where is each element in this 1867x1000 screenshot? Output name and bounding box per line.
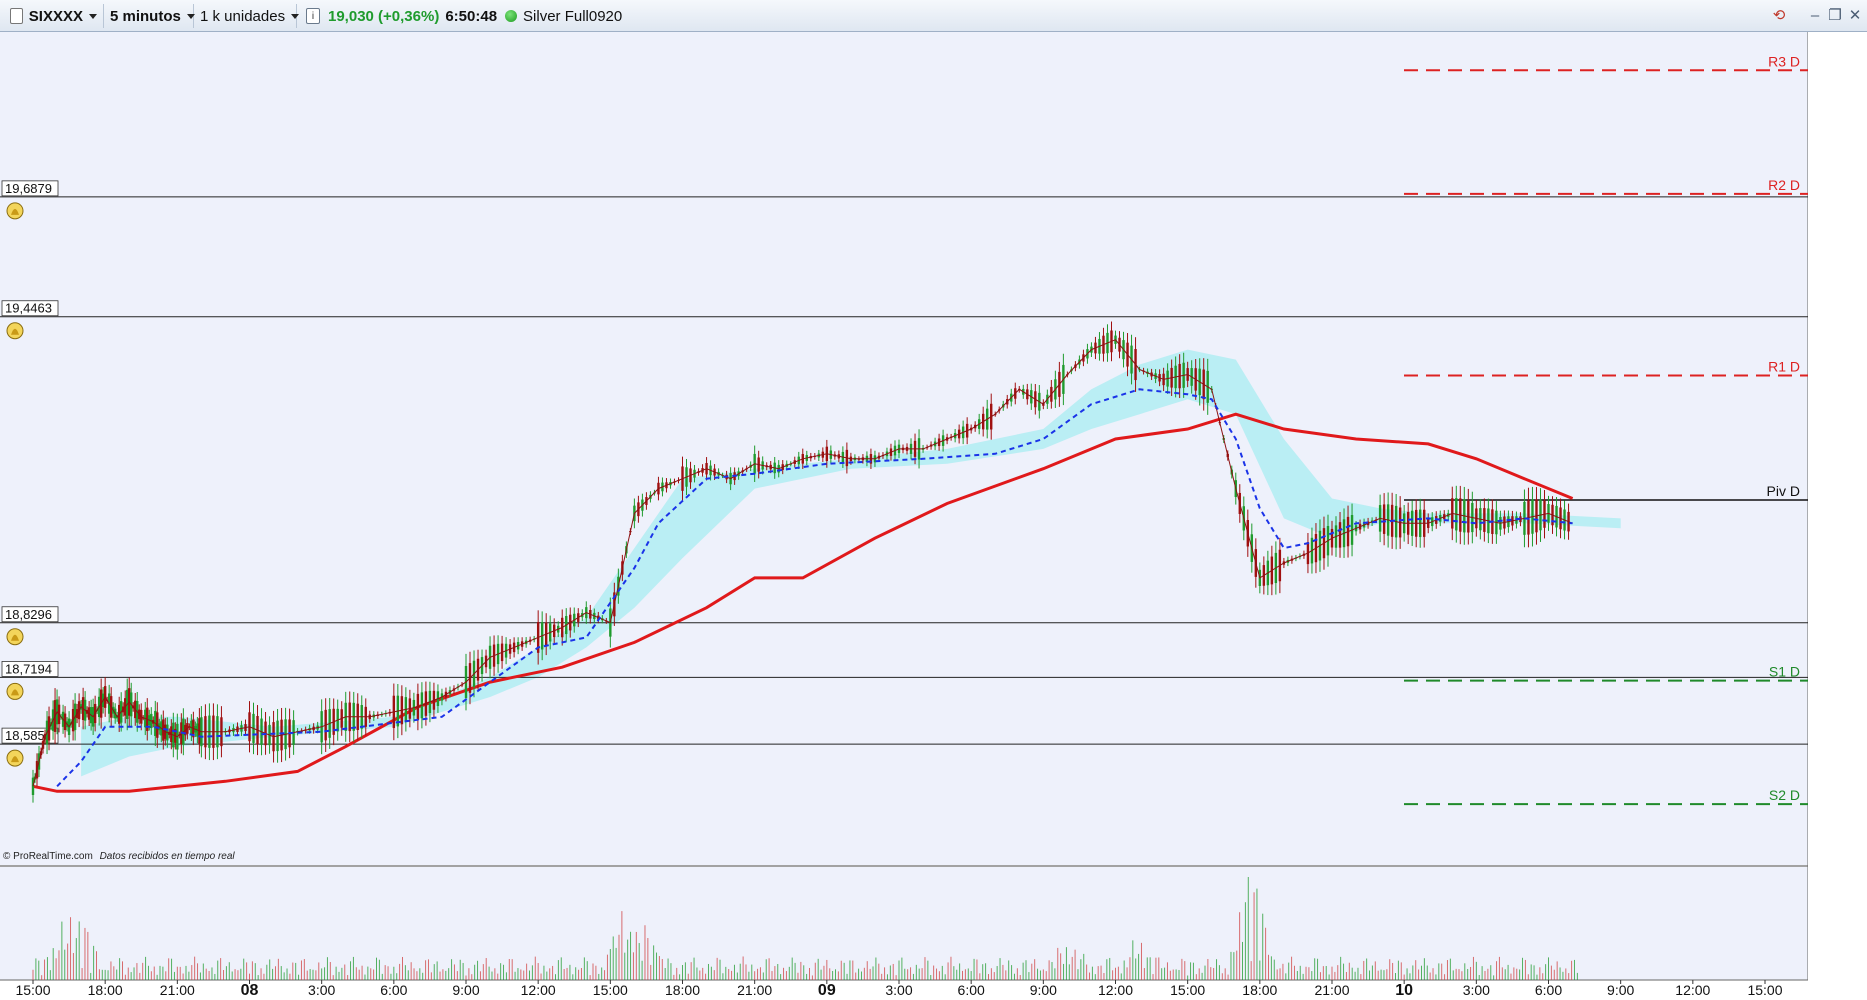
link-icon[interactable]: ⟲ [1770,6,1788,24]
bell-icon [6,749,24,767]
minimize-icon[interactable]: ‒ [1806,6,1824,24]
volume-pane-background [0,867,1808,980]
watermark: © ProRealTime.com Datos recibidos en tie… [3,851,235,862]
restore-icon[interactable]: ❐ [1826,6,1844,24]
price-change: 19,030 (+0,36%) [328,7,440,25]
bell-icon [6,682,24,700]
label-text: 18,8296 [5,607,52,622]
watermark-note: Datos recibidos en tiempo real [99,851,235,862]
info-icon[interactable]: i [306,8,320,24]
live-status-icon [505,10,518,22]
x-tick-label-15: 12:00 [1098,982,1133,998]
close-icon[interactable]: ✕ [1846,6,1864,24]
x-tick-label-18: 21:00 [1314,982,1349,998]
x-tick-label-19: 10 [1395,982,1413,999]
units-selector[interactable]: 1 k unidades [194,4,300,28]
label-text: 19,4463 [5,301,52,316]
instrument-selector[interactable]: SIXXXX [4,4,104,28]
pivot-name-5: S2 D [1769,787,1800,803]
clock: 6:50:48 [445,7,498,25]
x-tick-label-21: 6:00 [1535,982,1562,998]
x-tick-label-16: 15:00 [1170,982,1205,998]
horizontal-line-label-2: 18,8296 [1,606,59,623]
chart-toolbar: SIXXXX 5 minutos 1 k unidades i 19,030 (… [0,0,1867,32]
pivot-name-0: R3 D [1768,53,1800,69]
x-tick-label-20: 3:00 [1463,982,1490,998]
x-tick-label-1: 18:00 [88,982,123,998]
quote-info: i 19,030 (+0,36%) 6:50:48 Silver Full092… [300,4,628,28]
pivot-name-3: Piv D [1767,483,1800,499]
settings-icon [10,8,23,24]
pivot-name-1: R2 D [1768,177,1800,193]
label-text: 19,6879 [5,181,52,196]
x-tick-label-12: 3:00 [885,982,912,998]
horizontal-line-label-3: 18,7194 [1,661,59,677]
timeframe-label: 5 minutos [110,7,181,25]
bell-icon [6,322,24,340]
pivot-name-2: R1 D [1768,358,1800,374]
timeframe-selector[interactable]: 5 minutos [104,4,195,28]
x-tick-label-24: 15:00 [1747,982,1782,998]
candle-body [31,777,35,795]
price-chart[interactable]: 19,687919,446318,829618,719418,585R3 D19… [0,32,1808,1000]
watermark-brand: © ProRealTime.com [3,851,93,862]
chevron-down-icon [291,13,300,19]
label-text: 18,7194 [5,661,52,676]
x-tick-label-9: 18:00 [665,982,700,998]
x-tick-label-6: 9:00 [452,982,479,998]
x-tick-label-0: 15:00 [15,982,50,998]
x-tick-label-10: 21:00 [737,982,772,998]
x-tick-label-13: 6:00 [958,982,985,998]
chevron-down-icon [89,13,97,19]
x-tick-label-22: 9:00 [1607,982,1634,998]
x-tick-label-8: 15:00 [593,982,628,998]
x-tick-label-17: 18:00 [1242,982,1277,998]
pivot-name-4: S1 D [1769,664,1800,680]
x-tick-label-2: 21:00 [160,982,195,998]
x-tick-label-7: 12:00 [521,982,556,998]
bell-icon [6,628,24,646]
label-text: 18,585 [5,728,45,743]
x-tick-label-5: 6:00 [380,982,407,998]
units-label: 1 k unidades [200,7,286,25]
x-tick-label-4: 3:00 [308,982,335,998]
x-tick-label-3: 08 [241,982,259,999]
x-tick-label-14: 9:00 [1030,982,1057,998]
horizontal-line-label-0: 19,6879 [1,180,59,197]
bell-icon [6,202,24,220]
x-tick-label-23: 12:00 [1675,982,1710,998]
horizontal-line-label-1: 19,4463 [1,300,59,317]
instrument-label: SIXXXX [28,7,83,25]
x-tick-label-11: 09 [818,982,836,999]
feed-name: Silver Full0920 [523,7,623,25]
